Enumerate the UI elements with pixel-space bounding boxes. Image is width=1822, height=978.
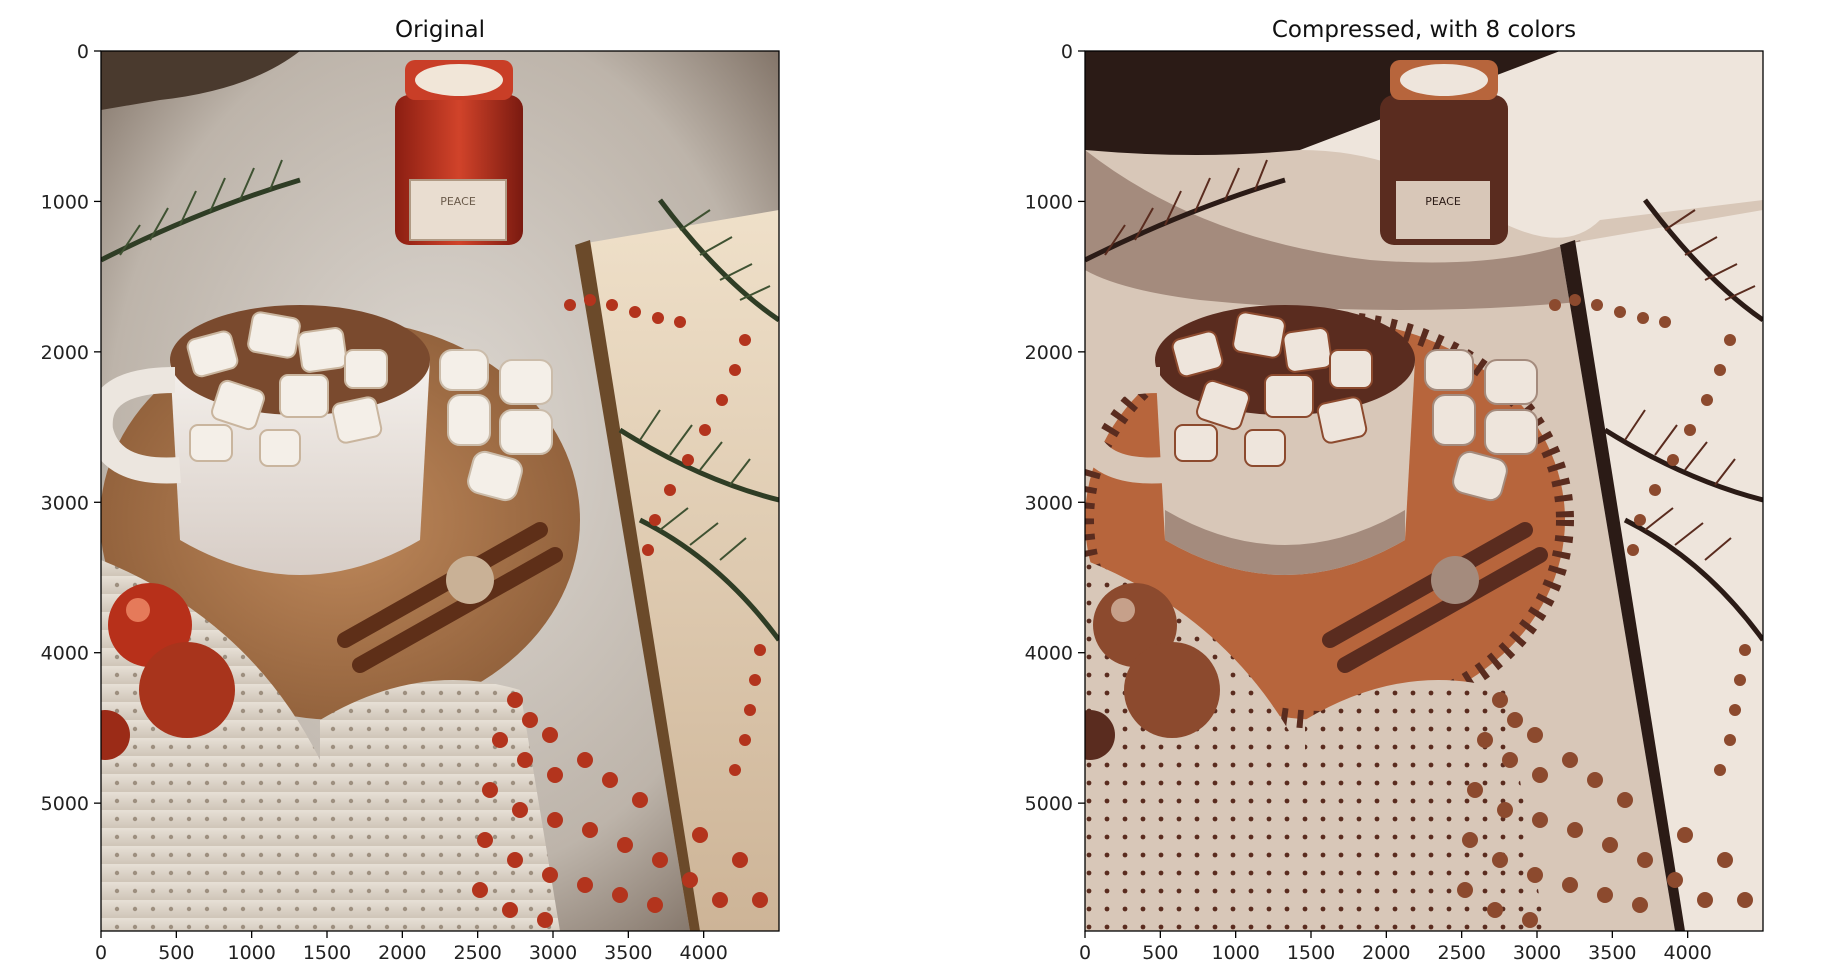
chart-title: Compressed, with 8 colors: [1272, 17, 1576, 43]
y-tick-label: 0: [1061, 41, 1073, 63]
y-tick-label: 1000: [1025, 191, 1073, 213]
x-tick-label: 3500: [1588, 942, 1636, 964]
figure: PEACE PEACE Original 0 500 1000 1500 200…: [0, 0, 1822, 974]
figure-svg: PEACE PEACE Original0 500 1000 1500 2000…: [41, 17, 1764, 964]
x-tick-label: 1500: [1287, 942, 1335, 964]
svg-text:PEACE: PEACE: [440, 195, 476, 208]
chart-title: Original: [395, 17, 485, 43]
x-tick-label: 3000: [529, 942, 577, 964]
svg-text:PEACE: PEACE: [1425, 195, 1461, 208]
y-tick-label: 1000: [41, 191, 89, 213]
y-tick-label: 2000: [41, 342, 89, 364]
x-tick-label: 2000: [378, 942, 426, 964]
y-tick-label: 2000: [1025, 342, 1073, 364]
x-tick-label: 1000: [227, 942, 275, 964]
y-tick-label: 5000: [41, 793, 89, 815]
x-tick-label: 4000: [679, 942, 727, 964]
x-tick-label: 0: [95, 942, 107, 964]
original-image: PEACE: [101, 51, 779, 931]
y-tick-label: 3000: [1025, 492, 1073, 514]
x-tick-label: 500: [158, 942, 194, 964]
panel-original: PEACE: [101, 51, 779, 931]
x-tick-label: 2500: [453, 942, 501, 964]
x-tick-label: 3500: [604, 942, 652, 964]
x-tick-label: 1500: [303, 942, 351, 964]
x-tick-label: 3000: [1513, 942, 1561, 964]
x-tick-label: 500: [1142, 942, 1178, 964]
panel-compressed: PEACE: [1085, 51, 1763, 931]
x-tick-label: 4000: [1663, 942, 1711, 964]
y-tick-label: 0: [77, 41, 89, 63]
y-tick-label: 3000: [41, 492, 89, 514]
y-tick-label: 5000: [1025, 793, 1073, 815]
y-tick-label: 4000: [1025, 643, 1073, 665]
y-tick-label: 4000: [41, 643, 89, 665]
x-tick-label: 0: [1079, 942, 1091, 964]
x-tick-label: 2000: [1362, 942, 1410, 964]
compressed-image: PEACE: [1085, 51, 1763, 931]
x-tick-label: 1000: [1211, 942, 1259, 964]
x-tick-label: 2500: [1437, 942, 1485, 964]
